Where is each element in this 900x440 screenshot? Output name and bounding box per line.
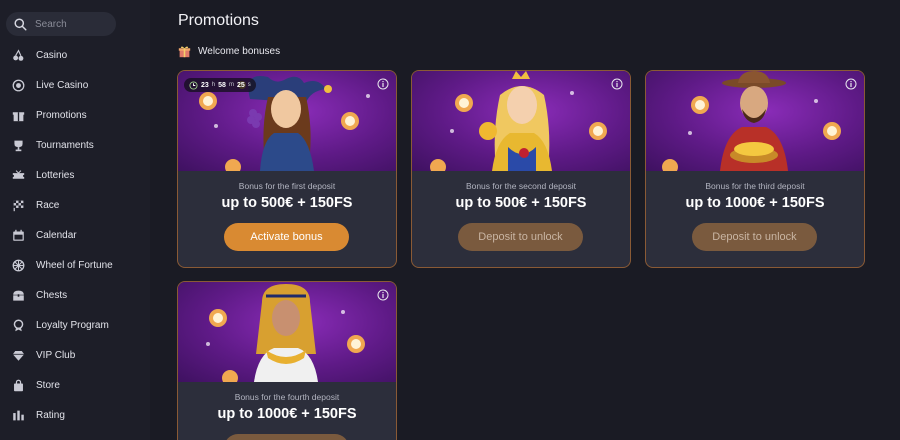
sidebar-item-label: Casino <box>36 49 68 61</box>
chest-icon <box>11 288 25 302</box>
bonus-card-fourth-deposit: Bonus for the fourth deposit up to 1000€… <box>177 281 397 440</box>
sidebar-item-label: VIP Club <box>36 349 76 361</box>
sidebar-item-label: Loyalty Program <box>36 319 109 331</box>
cowboy-character-image <box>662 71 841 171</box>
bonus-card-third-deposit: Bonus for the third deposit up to 1000€ … <box>645 70 865 268</box>
sidebar-item-lotteries[interactable]: Lotteries <box>0 160 150 190</box>
info-icon[interactable] <box>611 78 623 90</box>
wheel-icon <box>11 258 25 272</box>
sidebar-item-loyalty-program[interactable]: Loyalty Program <box>0 310 150 340</box>
timer-seconds: 25 <box>236 81 245 89</box>
sidebar-item-label: Lotteries <box>36 169 75 181</box>
bonus-banner <box>412 71 630 171</box>
deposit-to-unlock-button[interactable]: Deposit to unlock <box>692 223 817 251</box>
pharaoh-character-image <box>206 284 365 382</box>
sidebar-item-tournaments[interactable]: Tournaments <box>0 130 150 160</box>
sidebar-item-casino[interactable]: Casino <box>0 40 150 70</box>
timer-minutes-unit: m <box>228 82 234 88</box>
timer-hours: 23 <box>201 81 209 89</box>
sidebar-item-label: Tournaments <box>36 139 94 151</box>
info-icon[interactable] <box>845 78 857 90</box>
sidebar: Casino Live Casino Promotions Tournament… <box>0 0 150 440</box>
sidebar-item-store[interactable]: Store <box>0 370 150 400</box>
princess-character-image <box>430 71 607 171</box>
sidebar-item-label: Store <box>36 379 60 391</box>
deposit-to-unlock-button[interactable] <box>224 434 349 440</box>
bonus-banner <box>178 282 396 382</box>
sidebar-item-label: Promotions <box>36 109 87 121</box>
deposit-to-unlock-button[interactable]: Deposit to unlock <box>458 223 583 251</box>
bonus-amount: up to 1000€ + 150FS <box>217 406 357 422</box>
calendar-icon <box>11 228 25 242</box>
sidebar-item-label: Race <box>36 199 60 211</box>
sidebar-item-label: Chests <box>36 289 68 301</box>
bonus-card-second-deposit: Bonus for the second deposit up to 500€ … <box>411 70 631 268</box>
sidebar-item-wheel-of-fortune[interactable]: Wheel of Fortune <box>0 250 150 280</box>
page-title: Promotions <box>178 12 259 29</box>
sidebar-nav: Casino Live Casino Promotions Tournament… <box>0 40 150 430</box>
sidebar-item-calendar[interactable]: Calendar <box>0 220 150 250</box>
timer-seconds-unit: s <box>247 82 251 88</box>
activate-bonus-button[interactable]: Activate bonus <box>224 223 349 251</box>
gift-icon <box>11 108 25 122</box>
sidebar-item-live-casino[interactable]: Live Casino <box>0 70 150 100</box>
sidebar-item-promotions[interactable]: Promotions <box>0 100 150 130</box>
cherries-icon <box>11 48 25 62</box>
countdown-timer: 23 h 58 m 25 s <box>184 78 256 92</box>
section-header: Welcome bonuses <box>178 45 280 58</box>
timer-hours-unit: h <box>211 82 216 88</box>
gift-icon <box>178 46 191 58</box>
bars-icon <box>11 408 25 422</box>
bonus-banner <box>646 71 864 171</box>
bonus-amount: up to 500€ + 150FS <box>455 195 587 211</box>
sidebar-item-race[interactable]: Race <box>0 190 150 220</box>
clock-icon <box>189 80 198 90</box>
search-box[interactable] <box>6 12 116 36</box>
trophy-icon <box>11 138 25 152</box>
info-icon[interactable] <box>377 289 389 301</box>
sidebar-item-label: Live Casino <box>36 79 89 91</box>
sidebar-item-label: Wheel of Fortune <box>36 259 113 271</box>
bonus-subtitle: Bonus for the third deposit <box>705 181 805 191</box>
bonus-subtitle: Bonus for the first deposit <box>238 181 336 191</box>
bag-icon <box>11 378 25 392</box>
sidebar-item-vip-club[interactable]: VIP Club <box>0 340 150 370</box>
sidebar-item-rating[interactable]: Rating <box>0 400 150 430</box>
bonus-subtitle: Bonus for the second deposit <box>465 181 577 191</box>
search-input[interactable] <box>35 18 105 30</box>
sidebar-item-label: Calendar <box>36 229 77 241</box>
search-icon <box>14 17 27 31</box>
section-label: Welcome bonuses <box>198 46 281 57</box>
diamond-icon <box>11 348 25 362</box>
sidebar-item-label: Rating <box>36 409 65 421</box>
sidebar-item-chests[interactable]: Chests <box>0 280 150 310</box>
medal-icon <box>11 318 25 332</box>
chip-icon <box>11 78 25 92</box>
ticket-icon <box>11 168 25 182</box>
flag-icon <box>11 198 25 212</box>
bonus-amount: up to 500€ + 150FS <box>221 195 353 211</box>
info-icon[interactable] <box>377 78 389 90</box>
bonus-card-first-deposit: 23 h 58 m 25 s Bonus for the first deposit … <box>177 70 397 268</box>
bonus-amount: up to 1000€ + 150FS <box>685 195 825 211</box>
bonus-banner: 23 h 58 m 25 s <box>178 71 396 171</box>
bonus-subtitle: Bonus for the fourth deposit <box>234 392 340 402</box>
timer-minutes: 58 <box>218 81 226 89</box>
